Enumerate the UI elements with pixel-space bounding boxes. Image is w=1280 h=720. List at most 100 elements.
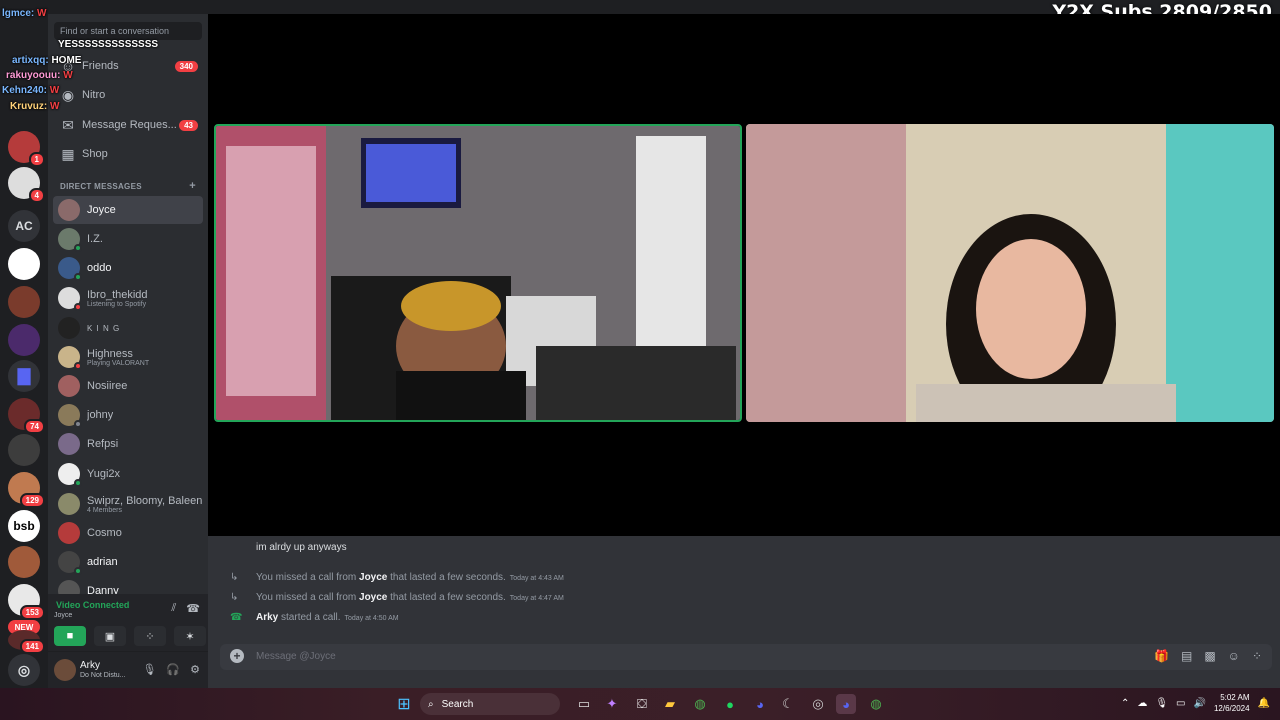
file-explorer-icon[interactable]: ▰ [660,694,680,714]
volume-icon[interactable]: 🔊 [1194,698,1206,709]
server-icon[interactable] [8,546,40,578]
requests-badge: 43 [179,119,198,131]
folder-icon[interactable]: ▇ [8,360,40,392]
server-icon[interactable]: 129 [8,472,45,508]
server-icon[interactable]: bsb [8,510,40,542]
user-name: Arky [80,660,100,671]
missed-call-icon: ↳ [230,572,239,583]
server-icon[interactable] [8,248,40,280]
group-members: 4 Members [87,506,123,514]
server-icon[interactable]: AC [8,210,40,242]
cloud-icon[interactable]: ☁ [1137,698,1147,709]
server-icon[interactable]: 141 [8,630,45,654]
server-icon[interactable]: 153 [8,584,45,620]
dm-item[interactable]: johny [53,401,203,429]
phone-icon: ☎ [230,612,243,623]
avatar [58,580,80,594]
server-badge: 1 [28,152,45,167]
disconnect-icon[interactable]: ☎ [186,602,200,615]
gear-icon[interactable]: ⚙ [190,663,200,676]
copilot-icon[interactable]: ✦ [602,694,622,714]
server-icon[interactable] [8,324,40,356]
server-badge: 153 [19,605,45,620]
add-dm-icon[interactable]: + [189,180,196,192]
video-tile-self[interactable] [214,124,742,422]
dm-item[interactable]: Ibro_thekidd Listening to Spotify [53,284,203,312]
avatar [58,317,80,339]
dm-item[interactable]: Highness Playing VALORANT [53,343,203,371]
friends-badge: 340 [174,60,198,72]
discord-active-icon[interactable]: ◕ [836,694,856,714]
mic-icon[interactable]: 🎙 [142,663,156,676]
server-icon[interactable]: 1 [8,131,45,167]
dm-item-joyce[interactable]: Joyce [53,196,203,224]
chat-text: W [63,70,73,81]
gift-icon[interactable]: 🎁 [1154,649,1169,663]
clock[interactable]: 5:02 AM 12/6/2024 [1214,692,1250,714]
server-rail: 1 4 AC ▇ 74 129 bsb 153 NEW 141 ◎ [0,14,48,688]
video-feed [216,126,740,420]
chrome-icon[interactable]: ◍ [866,694,886,714]
avatar [58,257,82,281]
task-view-icon[interactable]: ▭ [574,694,594,714]
user-status: Do Not Distu... [80,672,126,679]
server-badge: 141 [19,639,45,654]
store-icon[interactable]: ⛋ [632,694,652,714]
gif-icon[interactable]: ▤ [1181,649,1192,663]
dm-item-group[interactable]: Swiprz, Bloomy, Baleen 4 Members [53,490,203,518]
dm-item[interactable]: Danny [53,577,203,594]
activities-button[interactable]: ⁘ [134,626,166,646]
voice-status: Video Connected [56,600,130,610]
network-icon[interactable]: ▭ [1176,698,1185,709]
emoji-icon[interactable]: ☺ [1228,649,1240,663]
discord-icon[interactable]: ◕ [750,694,770,714]
sticker-icon[interactable]: ▩ [1204,649,1215,663]
video-tile-joyce[interactable] [746,124,1274,422]
server-icon[interactable]: 74 [8,398,45,434]
notification-bell-icon[interactable]: 🔔 [1258,698,1270,709]
chat-user: rakuyoouu: [6,70,61,81]
chevron-up-icon[interactable]: ⌃ [1121,698,1129,709]
ccleaner-icon[interactable]: ☾ [778,694,798,714]
nav-message-requests[interactable]: ✉ Message Reques... 43 [54,112,202,138]
chat-user: Kehn240: [2,85,48,96]
noise-suppression-icon[interactable]: ⫽ [171,602,176,615]
apps-icon[interactable]: ⁘ [1252,649,1262,663]
screen-share-button[interactable]: ▣ [94,626,126,646]
chat-text: W [37,8,47,19]
voice-panel: Video Connected Joyce ⫽ ☎ ■ ▣ ⁘ ✶ [48,594,208,652]
avatar [58,228,82,252]
windows-start-icon[interactable]: ⊞ [394,694,414,714]
dm-item[interactable]: Cosmo [53,519,203,547]
search-input[interactable]: Find or start a conversation [54,22,202,40]
taskbar-search[interactable]: ⌕ Search [420,693,560,715]
nav-nitro[interactable]: ◉ Nitro [54,82,202,108]
server-icon[interactable] [8,286,40,318]
dm-item[interactable]: Nosiiree [53,372,203,400]
dm-item[interactable]: I.Z. [53,225,203,253]
dm-item[interactable]: Refpsi [53,430,203,458]
add-attachment-icon[interactable]: + [230,649,244,663]
chrome-icon[interactable]: ◍ [690,694,710,714]
discover-icon[interactable]: ◎ [8,654,40,686]
dm-item[interactable]: Yugi2x [53,460,203,488]
camera-button[interactable]: ■ [54,626,86,646]
server-icon[interactable] [8,434,40,466]
message-input[interactable]: Message @Joyce [256,651,336,662]
avatar[interactable] [54,659,76,681]
dm-item[interactable]: adrian [53,548,203,576]
headphones-icon[interactable]: 🎧 [166,663,180,676]
dm-item[interactable]: K I N G [53,314,203,342]
message-composer[interactable]: + Message @Joyce 🎁 ▤ ▩ ☺ ⁘ [220,644,1272,670]
server-icon[interactable]: 4 [8,167,45,203]
avatar [58,346,82,370]
missed-call-event: ↳ You missed a call from Joyce that laste… [230,592,564,603]
chat-text: W [49,85,60,96]
chat-text: YESSSSSSSSSSSSS [58,39,159,50]
obs-icon[interactable]: ◎ [808,694,828,714]
soundboard-button[interactable]: ✶ [174,626,206,646]
spotify-icon[interactable]: ● [720,694,740,714]
nav-shop[interactable]: ▦ Shop [54,141,202,167]
mic-icon[interactable]: 🎙 [1155,698,1168,709]
dm-item[interactable]: oddo [53,254,203,282]
